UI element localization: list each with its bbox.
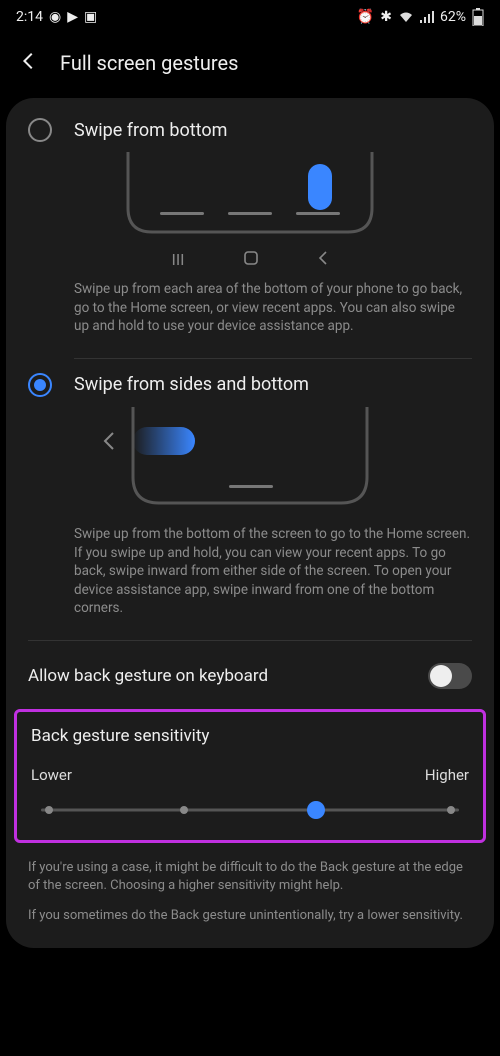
option-swipe-bottom[interactable]: Swipe from bottom III Swipe up from each…: [6, 104, 494, 344]
sensitivity-lower-label: Lower: [31, 766, 72, 784]
alarm-icon: ⏰: [357, 9, 374, 25]
option-swipe-sides-desc: Swipe up from the bottom of the screen t…: [28, 525, 472, 618]
option-swipe-sides[interactable]: Swipe from sides and bottom Swipe up fro…: [6, 359, 494, 626]
wifi-icon: [398, 11, 414, 23]
allow-back-gesture-toggle[interactable]: [428, 663, 472, 689]
swipe-bottom-illustration: [28, 152, 472, 242]
radio-swipe-bottom[interactable]: [28, 118, 52, 142]
record-icon: ◉: [49, 9, 61, 25]
signal-icon: [420, 11, 434, 23]
nav-icons-row: III: [28, 250, 472, 270]
settings-panel: Swipe from bottom III Swipe up from each…: [6, 98, 494, 948]
footnote-p2: If you sometimes do the Back gesture uni…: [28, 907, 472, 925]
status-bar: 2:14 ◉ ▶ ▣ ⏰ ✱ 62%: [0, 0, 500, 34]
battery-icon: [472, 8, 484, 26]
recents-icon: III: [171, 250, 184, 270]
footnote-p1: If you're using a case, it might be diff…: [28, 859, 472, 895]
sensitivity-title: Back gesture sensitivity: [31, 726, 469, 746]
status-right: ⏰ ✱ 62%: [357, 8, 484, 26]
swipe-sides-illustration: [28, 407, 472, 517]
sensitivity-section: Back gesture sensitivity Lower Higher: [14, 709, 486, 843]
footnote: If you're using a case, it might be diff…: [6, 843, 494, 926]
back-button[interactable]: [18, 50, 40, 76]
header: Full screen gestures: [0, 34, 500, 98]
page-title: Full screen gestures: [60, 51, 238, 75]
battery-text: 62%: [440, 9, 466, 25]
radio-swipe-sides[interactable]: [28, 373, 52, 397]
allow-back-gesture-row[interactable]: Allow back gesture on keyboard: [6, 641, 494, 709]
sensitivity-higher-label: Higher: [425, 766, 469, 784]
allow-back-gesture-label: Allow back gesture on keyboard: [28, 666, 268, 686]
option-swipe-sides-title: Swipe from sides and bottom: [74, 374, 309, 395]
option-swipe-bottom-desc: Swipe up from each area of the bottom of…: [28, 280, 472, 336]
home-icon: [243, 250, 259, 270]
option-swipe-bottom-title: Swipe from bottom: [74, 120, 227, 141]
youtube-icon: ▶: [67, 9, 78, 25]
picture-icon: ▣: [84, 9, 97, 25]
sensitivity-slider[interactable]: [31, 800, 469, 820]
status-time: 2:14: [16, 9, 43, 25]
status-left: 2:14 ◉ ▶ ▣: [16, 9, 97, 25]
back-nav-icon: [317, 250, 329, 270]
bluetooth-icon: ✱: [380, 9, 392, 25]
